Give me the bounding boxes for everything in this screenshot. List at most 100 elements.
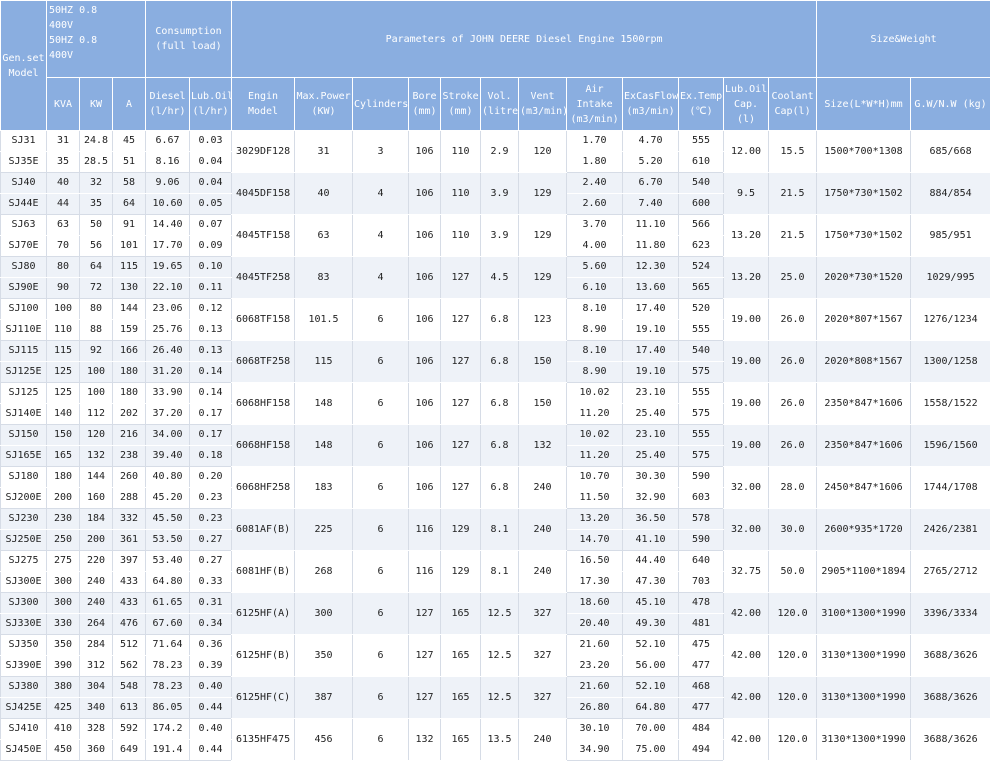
cell-vent: 129 bbox=[518, 172, 568, 215]
cell-air: 16.50 bbox=[566, 550, 624, 572]
cell-size: 2020*730*1520 bbox=[816, 256, 912, 299]
cell-cyl: 4 bbox=[352, 214, 410, 257]
cell-maxpower: 183 bbox=[294, 466, 354, 509]
cell-lub: 0.12 bbox=[189, 298, 233, 320]
cell-exflow: 56.00 bbox=[622, 655, 680, 677]
cell-lub: 0.36 bbox=[189, 634, 233, 656]
cell-amp: 51 bbox=[111, 151, 147, 173]
cell-engine: 6081AF(B) bbox=[231, 508, 296, 551]
cell-model: SJ425E bbox=[0, 697, 47, 719]
cell-kva: 35 bbox=[46, 151, 80, 173]
cell-vent: 123 bbox=[518, 298, 568, 341]
cell-stroke: 165 bbox=[440, 676, 482, 719]
cell-exflow: 25.40 bbox=[622, 445, 680, 467]
cell-vent: 327 bbox=[518, 676, 568, 719]
header-genset-model: Gen.set Model bbox=[0, 0, 47, 131]
cell-coolant: 120.0 bbox=[768, 718, 818, 761]
cell-kw: 72 bbox=[79, 277, 113, 299]
cell-model: SJ44E bbox=[0, 193, 47, 215]
cell-model: SJ300E bbox=[0, 571, 47, 593]
cell-maxpower: 63 bbox=[294, 214, 354, 257]
cell-cyl: 6 bbox=[352, 382, 410, 425]
cell-kva: 300 bbox=[46, 592, 80, 614]
cell-bore: 127 bbox=[408, 676, 442, 719]
column-header: Max.Power (KW) bbox=[294, 77, 354, 131]
cell-exflow: 11.10 bbox=[622, 214, 680, 236]
cell-maxpower: 387 bbox=[294, 676, 354, 719]
cell-lub: 0.31 bbox=[189, 592, 233, 614]
cell-model: SJ125E bbox=[0, 361, 47, 383]
cell-model: SJ40 bbox=[0, 172, 47, 194]
cell-vol: 6.8 bbox=[480, 382, 520, 425]
cell-air: 30.10 bbox=[566, 718, 624, 740]
cell-model: SJ110E bbox=[0, 319, 47, 341]
table-row: SJ180 180 144 260 40.80 0.20 6068HF258 183 6 106 1… bbox=[0, 466, 990, 509]
cell-extemp: 590 bbox=[678, 529, 725, 551]
cell-diesel: 23.06 bbox=[145, 298, 191, 320]
table-row: SJ350 350 284 512 71.64 0.36 6125HF(B) 350 6 127 1… bbox=[0, 634, 990, 677]
cell-diesel: 67.60 bbox=[145, 613, 191, 635]
cell-model: SJ63 bbox=[0, 214, 47, 236]
cell-lub: 0.11 bbox=[189, 277, 233, 299]
cell-model: SJ250E bbox=[0, 529, 47, 551]
cell-kva: 390 bbox=[46, 655, 80, 677]
header-frequency-voltage: 50HZ 0.8 400V 50HZ 0.8 400V bbox=[45, 0, 147, 78]
cell-lubcap: 32.00 bbox=[723, 508, 770, 551]
column-header: Coolant Cap(l) bbox=[768, 77, 818, 131]
cell-engine: 6068HF158 bbox=[231, 382, 296, 425]
cell-engine: 6125HF(C) bbox=[231, 676, 296, 719]
cell-exflow: 4.70 bbox=[622, 130, 680, 152]
cell-size: 3100*1300*1990 bbox=[816, 592, 912, 635]
cell-diesel: 19.65 bbox=[145, 256, 191, 278]
cell-kw: 264 bbox=[79, 613, 113, 635]
cell-extemp: 600 bbox=[678, 193, 725, 215]
cell-coolant: 26.0 bbox=[768, 424, 818, 467]
genset-spec-table: Gen.set Model 50HZ 0.8 400V 50HZ 0.8 400… bbox=[0, 0, 990, 761]
cell-diesel: 22.10 bbox=[145, 277, 191, 299]
cell-engine: 6125HF(B) bbox=[231, 634, 296, 677]
cell-amp: 476 bbox=[111, 613, 147, 635]
cell-kw: 50 bbox=[79, 214, 113, 236]
cell-lub: 0.44 bbox=[189, 739, 233, 761]
table-row: SJ380 380 304 548 78.23 0.40 6125HF(C) 387 6 127 1… bbox=[0, 676, 990, 719]
cell-coolant: 50.0 bbox=[768, 550, 818, 593]
cell-kva: 350 bbox=[46, 634, 80, 656]
cell-weight: 884/854 bbox=[910, 172, 990, 215]
column-header: Cylinders bbox=[352, 77, 410, 131]
column-header: Air Intake (m3/min) bbox=[566, 77, 624, 131]
cell-diesel: 53.40 bbox=[145, 550, 191, 572]
cell-size: 3130*1300*1990 bbox=[816, 634, 912, 677]
cell-exflow: 25.40 bbox=[622, 403, 680, 425]
cell-model: SJ300 bbox=[0, 592, 47, 614]
cell-diesel: 78.23 bbox=[145, 676, 191, 698]
cell-coolant: 21.5 bbox=[768, 172, 818, 215]
cell-air: 11.20 bbox=[566, 403, 624, 425]
cell-amp: 202 bbox=[111, 403, 147, 425]
cell-vol: 2.9 bbox=[480, 130, 520, 173]
cell-air: 14.70 bbox=[566, 529, 624, 551]
column-header: Ex.Temp (℃) bbox=[678, 77, 725, 131]
cell-kva: 425 bbox=[46, 697, 80, 719]
cell-coolant: 120.0 bbox=[768, 592, 818, 635]
cell-model: SJ140E bbox=[0, 403, 47, 425]
cell-kva: 140 bbox=[46, 403, 80, 425]
cell-kw: 284 bbox=[79, 634, 113, 656]
cell-exflow: 23.10 bbox=[622, 382, 680, 404]
cell-bore: 116 bbox=[408, 508, 442, 551]
cell-exflow: 75.00 bbox=[622, 739, 680, 761]
cell-kw: 24.8 bbox=[79, 130, 113, 152]
cell-model: SJ150 bbox=[0, 424, 47, 446]
cell-lubcap: 9.5 bbox=[723, 172, 770, 215]
column-header: Stroke (mm) bbox=[440, 77, 482, 131]
cell-exflow: 52.10 bbox=[622, 676, 680, 698]
cell-weight: 1300/1258 bbox=[910, 340, 990, 383]
cell-bore: 106 bbox=[408, 172, 442, 215]
cell-lub: 0.34 bbox=[189, 613, 233, 635]
cell-model: SJ200E bbox=[0, 487, 47, 509]
cell-model: SJ70E bbox=[0, 235, 47, 257]
cell-coolant: 15.5 bbox=[768, 130, 818, 173]
cell-weight: 1276/1234 bbox=[910, 298, 990, 341]
cell-stroke: 127 bbox=[440, 256, 482, 299]
cell-amp: 101 bbox=[111, 235, 147, 257]
cell-weight: 2765/2712 bbox=[910, 550, 990, 593]
